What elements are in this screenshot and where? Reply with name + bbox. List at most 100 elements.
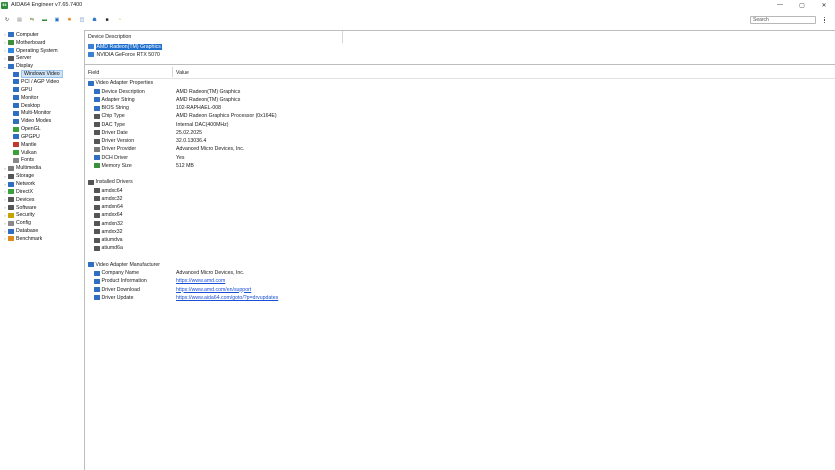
stress-test-icon[interactable]: ◔ [115, 15, 125, 25]
refresh-icon[interactable]: ↻ [2, 15, 12, 25]
device-list-item[interactable]: AMD Radeon(TM) Graphics [88, 43, 162, 50]
detail-row[interactable]: amdxx64 [94, 212, 123, 220]
config-icon [8, 220, 14, 226]
chevron-right-icon[interactable]: › [3, 56, 7, 61]
search-input[interactable] [750, 16, 816, 24]
chevron-right-icon[interactable]: › [3, 205, 7, 210]
field-value: 512 MB [176, 162, 194, 169]
detail-row[interactable]: Device Description [94, 88, 145, 96]
chevron-right-icon[interactable]: › [3, 229, 7, 234]
tree-item-devices[interactable]: › Devices [3, 196, 34, 204]
device-description-header[interactable]: Device Description [88, 34, 131, 40]
disk-benchmark-icon[interactable]: ◫ [77, 15, 87, 25]
column-divider[interactable] [342, 31, 343, 43]
tree-item-storage[interactable]: › Storage [3, 172, 34, 180]
group-header[interactable]: Installed Drivers [88, 179, 133, 187]
tree-item-server[interactable]: › Server [3, 55, 31, 63]
detail-row[interactable]: atiumdva [94, 236, 123, 244]
tree-item-software[interactable]: › Software [3, 204, 36, 212]
network-link-icon[interactable]: ⇆ [27, 15, 37, 25]
group-header[interactable]: Video Adapter Properties [88, 80, 153, 88]
pci-agp-video-icon [13, 79, 19, 85]
field-value: 32.0.13036.4 [176, 138, 207, 144]
tree-item-video-modes[interactable]: Video Modes [12, 117, 51, 125]
detail-row[interactable]: Product Information [94, 278, 147, 286]
tree-item-fonts[interactable]: Fonts [12, 157, 34, 165]
group-header[interactable]: Video Adapter Manufacturer [88, 261, 160, 269]
tree-item-benchmark[interactable]: › Benchmark [3, 235, 42, 243]
tree-item-config[interactable]: › Config [3, 219, 31, 227]
content-area: Device Description AMD Radeon(TM) Graphi… [84, 30, 835, 470]
chevron-right-icon[interactable]: › [3, 40, 7, 45]
tree-item-monitor[interactable]: Monitor [12, 94, 38, 102]
tree-item-network[interactable]: › Network [3, 180, 35, 188]
detail-row[interactable]: amdxn64 [94, 203, 123, 211]
tree-item-multi-monitor[interactable]: Multi-Monitor [12, 110, 51, 118]
field-column-header[interactable]: Field [88, 70, 99, 76]
detail-row[interactable]: Chip Type [94, 113, 125, 121]
chevron-right-icon[interactable]: › [3, 236, 7, 241]
tree-item-multimedia[interactable]: › Multimedia [3, 164, 41, 172]
detail-row[interactable]: DCH Driver [94, 154, 128, 162]
tree-item-directx[interactable]: › DirectX [3, 188, 33, 196]
detail-row[interactable]: Driver Update [94, 294, 134, 302]
minimize-button[interactable]: — [769, 0, 791, 10]
detail-row[interactable]: atiumd6a [94, 245, 123, 253]
detail-row[interactable]: Company Name [94, 269, 139, 277]
tree-item-pci-agp-video[interactable]: PCI / AGP Video [12, 78, 59, 86]
value-link[interactable]: https://www.amd.com/en/support [176, 286, 251, 294]
detail-row[interactable]: Driver Version [94, 137, 134, 145]
value-column-header[interactable]: Value [176, 70, 189, 76]
detail-row[interactable]: amdxc64 [94, 187, 123, 195]
chevron-right-icon[interactable]: › [3, 197, 7, 202]
flame-icon[interactable]: ✹ [65, 15, 75, 25]
chevron-right-icon[interactable]: › [3, 48, 7, 53]
detail-row[interactable]: Driver Download [94, 286, 140, 294]
desktop-icon [13, 103, 19, 109]
tree-item-opengl[interactable]: OpenGL [12, 125, 41, 133]
tree-item-mantle[interactable]: Mantle [12, 141, 37, 149]
sensor-panel-icon[interactable]: ■ [102, 15, 112, 25]
close-button[interactable]: ✕ [813, 0, 835, 10]
detail-row[interactable]: Memory Size [94, 162, 132, 170]
memory-module-icon[interactable]: ▬ [40, 15, 50, 25]
tree-item-desktop[interactable]: Desktop [12, 102, 40, 110]
chevron-right-icon[interactable]: › [3, 182, 7, 187]
field-label: Video Adapter Properties [95, 80, 154, 87]
detail-row[interactable]: Driver Date [94, 129, 128, 137]
detail-row[interactable]: Driver Provider [94, 146, 136, 154]
detail-row[interactable]: Adapter String [94, 96, 135, 104]
detail-row[interactable]: amdxx32 [94, 228, 123, 236]
value-link[interactable]: https://www.aida64.com/goto/?p=drvupdate… [176, 294, 278, 302]
users-icon[interactable]: ☗ [90, 15, 100, 25]
detail-row[interactable]: BIOS String [94, 104, 129, 112]
tree-item-windows-video[interactable]: Windows Video [12, 70, 63, 79]
detail-row[interactable]: amdxc32 [94, 195, 123, 203]
tree-item-security[interactable]: › Security [3, 212, 34, 220]
chevron-right-icon[interactable]: › [3, 221, 7, 226]
device-list-item[interactable]: NVIDIA GeForce RTX 5070 [88, 51, 161, 58]
chevron-right-icon[interactable]: › [3, 174, 7, 179]
tree-item-database[interactable]: › Database [3, 227, 38, 235]
chevron-right-icon[interactable]: › [3, 189, 7, 194]
detail-row[interactable]: amdxn32 [94, 220, 123, 228]
tree-item-vulkan[interactable]: Vulkan [12, 149, 37, 157]
tree-item-label: GPGPU [21, 133, 40, 140]
tree-item-display[interactable]: ⌄ Display [3, 62, 33, 70]
tree-item-gpu[interactable]: GPU [12, 86, 32, 94]
column-divider[interactable] [172, 67, 173, 77]
tree-item-computer[interactable]: › Computer [3, 31, 38, 39]
tree-item-motherboard[interactable]: › Motherboard [3, 39, 45, 47]
cpu-id-icon[interactable]: ▣ [52, 15, 62, 25]
chevron-down-icon[interactable]: ⌄ [3, 64, 7, 69]
report-icon[interactable]: ▤ [15, 15, 25, 25]
detail-row[interactable]: DAC Type [94, 121, 125, 129]
value-link[interactable]: https://www.amd.com [176, 278, 225, 286]
maximize-button[interactable]: ▢ [791, 0, 813, 10]
chevron-right-icon[interactable]: › [3, 213, 7, 218]
tree-item-gpgpu[interactable]: GPGPU [12, 133, 40, 141]
chevron-right-icon[interactable]: › [3, 166, 7, 171]
more-options-icon[interactable] [822, 16, 827, 24]
chevron-right-icon[interactable]: › [3, 32, 7, 37]
tree-item-operating-system[interactable]: › Operating System [3, 47, 57, 55]
